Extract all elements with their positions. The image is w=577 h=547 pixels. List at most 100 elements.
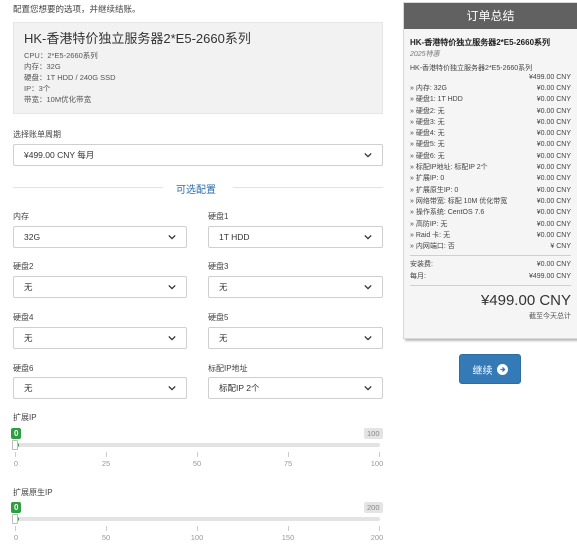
chevron-down-icon: [364, 234, 372, 240]
slider-tick-label: 75: [283, 459, 293, 468]
memory-select[interactable]: 32G: [13, 226, 187, 248]
chevron-down-icon: [168, 234, 176, 240]
summary-line-label: » 标配IP地址: 标配IP 2个: [410, 164, 488, 172]
summary-line-row: » 高防IP: 无 ¥0.00 CNY: [410, 219, 571, 230]
summary-line-price: ¥0.00 CNY: [536, 197, 571, 205]
slider-tick-label: 150: [281, 533, 295, 542]
summary-divider: [410, 255, 571, 257]
summary-line-price: ¥0.00 CNY: [536, 231, 571, 239]
continue-button[interactable]: 继续: [459, 354, 521, 384]
disk2-select[interactable]: 无: [13, 276, 187, 298]
slider-tick-label: 50: [192, 459, 202, 468]
summary-line-row: » 操作系统: CentOS 7.6 ¥0.00 CNY: [410, 207, 571, 218]
slider-label: 扩展IP: [13, 413, 37, 422]
option-label: 硬盘3: [208, 262, 229, 271]
option-label: 硬盘6: [13, 364, 34, 373]
slider-tick-label: 0: [13, 533, 19, 542]
summary-line-price: ¥ CNY: [550, 243, 571, 251]
chevron-down-icon: [168, 284, 176, 290]
summary-line-label: » 操作系统: CentOS 7.6: [410, 209, 485, 217]
slider-tick-label: 0: [13, 459, 19, 468]
slider-tick-label: 100: [370, 459, 384, 468]
summary-line-label: » 高防IP: 无: [410, 220, 448, 228]
disk6-select[interactable]: 无: [13, 377, 187, 399]
slider-tick: [106, 526, 107, 531]
native-ip-slider-handle[interactable]: [12, 514, 18, 524]
summary-line-row: » 网络带宽: 标配 10M 优化带宽 ¥0.00 CNY: [410, 196, 571, 207]
summary-line-price: ¥0.00 CNY: [536, 118, 571, 126]
summary-line-price: ¥0.00 CNY: [536, 152, 571, 160]
slider-tick-label: 100: [190, 533, 204, 542]
disk2-value: 无: [24, 282, 33, 292]
option-label: 硬盘1: [208, 212, 229, 221]
summary-product-name: HK-香港特价独立服务器2*E5-2660系列: [410, 38, 551, 47]
summary-line-price: ¥0.00 CNY: [536, 130, 571, 138]
section-title: 可选配置: [176, 185, 216, 196]
option-label: 内存: [13, 212, 29, 221]
continue-label: 继续: [472, 365, 493, 377]
summary-base-price: ¥499.00 CNY: [528, 74, 571, 81]
section-divider-left: [13, 187, 163, 188]
disk1-select[interactable]: 1T HDD: [208, 226, 383, 248]
summary-line-row: » 硬盘1: 1T HDD ¥0.00 CNY: [410, 94, 571, 105]
summary-line-row: » 标配IP地址: 标配IP 2个 ¥0.00 CNY: [410, 162, 571, 173]
slider-tick: [197, 452, 198, 457]
slider-tick: [106, 452, 107, 457]
disk4-select[interactable]: 无: [13, 327, 187, 349]
option-label: 标配IP地址: [208, 364, 248, 373]
slider-tick-label: 50: [101, 533, 111, 542]
product-spec: 内存：32G: [24, 62, 61, 71]
summary-line-price: ¥0.00 CNY: [536, 85, 571, 92]
summary-line-label: » 内存: 32G: [410, 85, 447, 92]
summary-monthly-row: 每月: ¥499.00 CNY: [410, 271, 571, 282]
summary-line-label: » 硬盘1: 1T HDD: [410, 96, 463, 104]
summary-line-price: ¥0.00 CNY: [536, 141, 571, 149]
slider-tick: [379, 526, 380, 531]
slider-tick: [15, 526, 16, 531]
summary-line-price: ¥0.00 CNY: [536, 186, 571, 194]
summary-line-label: » 扩展原生IP: 0: [410, 186, 459, 194]
slider-tick-label: 25: [101, 459, 111, 468]
summary-line-row: » 硬盘6: 无 ¥0.00 CNY: [410, 151, 571, 162]
standard-ip-value: 标配IP 2个: [219, 383, 260, 393]
disk3-value: 无: [219, 282, 228, 292]
billing-cycle-select[interactable]: ¥499.00 CNY 每月: [13, 144, 383, 166]
disk5-select[interactable]: 无: [208, 327, 383, 349]
summary-product-group: 2025特惠: [410, 51, 440, 58]
slider-max-badge: 200: [364, 502, 383, 513]
summary-monthly-label: 每月:: [410, 272, 426, 280]
arrow-right-circle-icon: [496, 363, 508, 375]
disk1-value: 1T HDD: [219, 232, 250, 242]
summary-setup-price: ¥0.00 CNY: [536, 261, 571, 269]
disk3-select[interactable]: 无: [208, 276, 383, 298]
section-divider-right: [233, 187, 383, 188]
slider-tick: [197, 526, 198, 531]
chevron-down-icon: [364, 385, 372, 391]
summary-line-label: » 扩展IP: 0: [410, 175, 445, 183]
summary-line-row: » 内网端口: 否 ¥ CNY: [410, 241, 571, 252]
summary-line-label: » 硬盘2: 无: [410, 107, 445, 115]
product-spec: 硬盘：1T HDD / 240G SSD: [24, 73, 116, 82]
summary-line-price: ¥0.00 CNY: [536, 164, 571, 172]
summary-line-price: ¥0.00 CNY: [536, 175, 571, 183]
chevron-down-icon: [364, 152, 372, 158]
chevron-down-icon: [168, 385, 176, 391]
summary-line-row: » 硬盘3: 无 ¥0.00 CNY: [410, 117, 571, 128]
standard-ip-select[interactable]: 标配IP 2个: [208, 377, 383, 399]
summary-line-row: » 硬盘4: 无 ¥0.00 CNY: [410, 128, 571, 139]
summary-line-price: ¥0.00 CNY: [536, 107, 571, 115]
summary-monthly-price: ¥499.00 CNY: [528, 272, 571, 280]
product-spec: CPU：2*E5-2660系列: [24, 51, 98, 60]
slider-tick: [379, 452, 380, 457]
billing-cycle-value: ¥499.00 CNY 每月: [24, 150, 95, 160]
slider-max-badge: 100: [364, 428, 383, 439]
summary-line-row: » 内存: 32G ¥0.00 CNY: [410, 83, 571, 94]
summary-setup-row: 安装费: ¥0.00 CNY: [410, 259, 571, 270]
chevron-down-icon: [364, 335, 372, 341]
slider-tick: [288, 526, 289, 531]
native-ip-slider-track[interactable]: [15, 517, 380, 521]
ip-slider-track[interactable]: [15, 443, 380, 447]
ip-slider-handle[interactable]: [12, 440, 18, 450]
summary-line-row: » Raid 卡: 无 ¥0.00 CNY: [410, 230, 571, 241]
summary-total: ¥499.00 CNY: [480, 292, 571, 310]
